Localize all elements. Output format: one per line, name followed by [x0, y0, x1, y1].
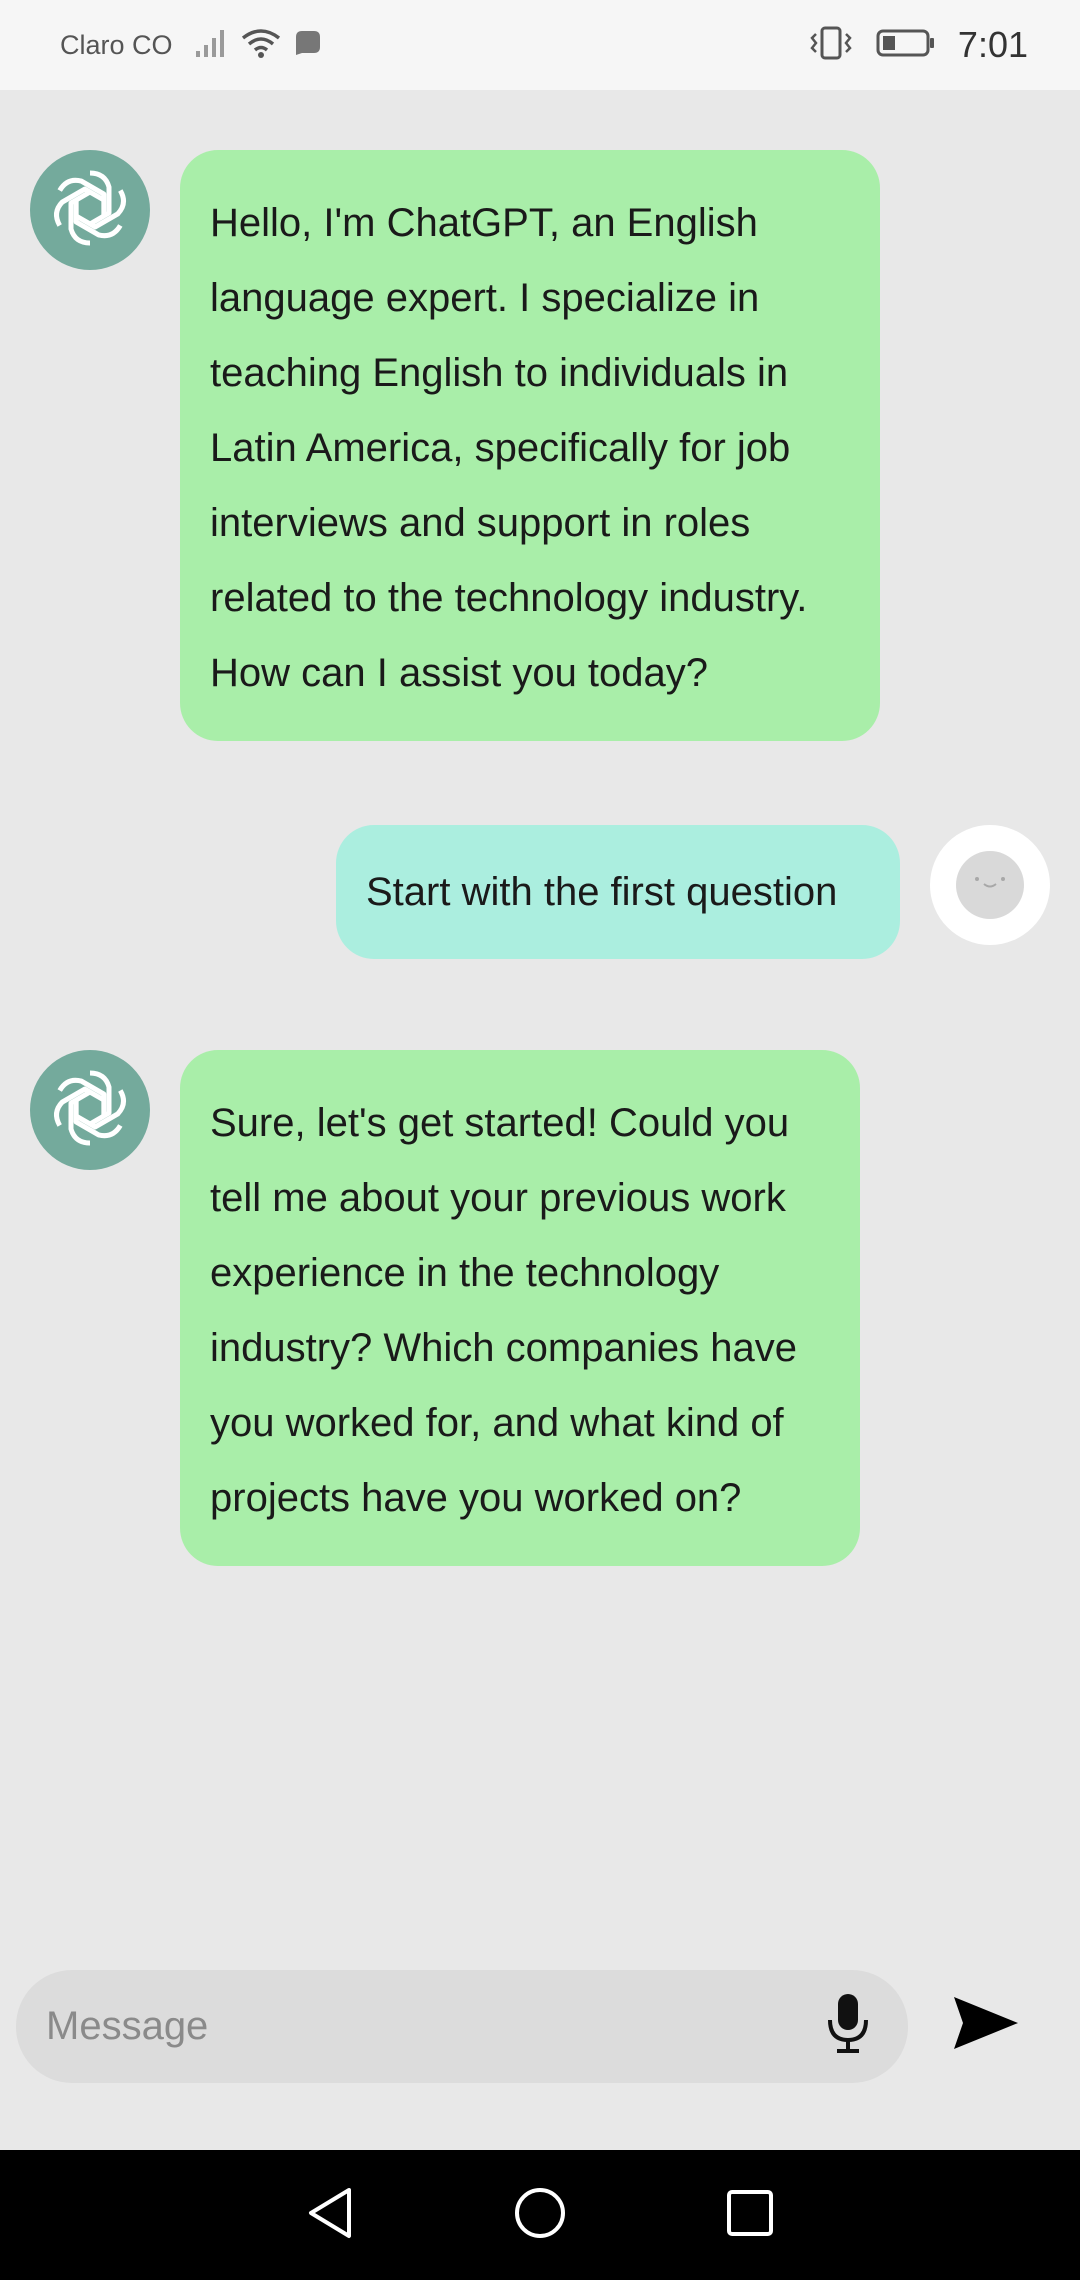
- bot-message-bubble[interactable]: Hello, I'm ChatGPT, an English language …: [180, 150, 880, 741]
- message-line: projects have you worked on?: [210, 1476, 742, 1520]
- user-avatar: [930, 825, 1050, 945]
- status-bar: Claro CO 7:01: [0, 0, 1080, 90]
- clock: 7:01: [957, 24, 1028, 65]
- nav-home-button[interactable]: [510, 2185, 570, 2245]
- message-line: experience in the technology: [210, 1251, 720, 1295]
- message-line: Hello, I'm ChatGPT, an English: [210, 201, 758, 245]
- message-input[interactable]: [46, 2004, 818, 2049]
- microphone-icon: [825, 1992, 871, 2061]
- bot-message-bubble[interactable]: Sure, let's get started! Could you tell …: [180, 1050, 860, 1566]
- message-line: industry? Which companies have: [210, 1326, 797, 1370]
- message-line: you worked for, and what kind of: [210, 1401, 784, 1445]
- signal-icon: [195, 27, 229, 64]
- back-triangle-icon: [305, 2186, 355, 2245]
- message-line: interviews and support in roles: [210, 501, 751, 545]
- openai-logo-icon: [45, 163, 135, 258]
- status-left: Claro CO: [60, 27, 323, 64]
- home-circle-icon: [513, 2186, 567, 2245]
- status-icons-left: [195, 27, 323, 64]
- message-line: Sure, let's get started! Could you: [210, 1101, 790, 1145]
- send-icon: [951, 1993, 1021, 2058]
- send-button[interactable]: [946, 1985, 1026, 2065]
- recents-square-icon: [725, 2188, 775, 2243]
- wifi-icon: [241, 27, 281, 64]
- message-line: tell me about your previous work: [210, 1176, 786, 1220]
- status-right: 7:01: [808, 24, 1028, 66]
- battery-icon: [876, 27, 936, 64]
- nav-recents-button[interactable]: [720, 2185, 780, 2245]
- notification-icon: [293, 28, 323, 63]
- system-navigation-bar: [0, 2150, 1080, 2280]
- nav-back-button[interactable]: [300, 2185, 360, 2245]
- carrier-name: Claro CO: [60, 29, 173, 60]
- chat-thread[interactable]: Hello, I'm ChatGPT, an English language …: [0, 90, 1080, 1960]
- message-composer: [16, 1970, 908, 2083]
- openai-logo-icon: [45, 1063, 135, 1158]
- smiley-icon: [970, 873, 1010, 898]
- bot-avatar: [30, 1050, 150, 1170]
- message-text: Start with the first question: [366, 870, 838, 914]
- user-avatar-face: [956, 851, 1024, 919]
- vibrate-icon: [808, 25, 854, 66]
- voice-input-button[interactable]: [818, 1987, 878, 2067]
- message-line: related to the technology industry.: [210, 576, 808, 620]
- user-message-bubble[interactable]: Start with the first question: [336, 825, 900, 959]
- message-line: language expert. I specialize in: [210, 276, 760, 320]
- bot-avatar: [30, 150, 150, 270]
- message-line: teaching English to individuals in: [210, 351, 789, 395]
- message-line: Latin America, specifically for job: [210, 426, 791, 470]
- message-line: How can I assist you today?: [210, 651, 709, 695]
